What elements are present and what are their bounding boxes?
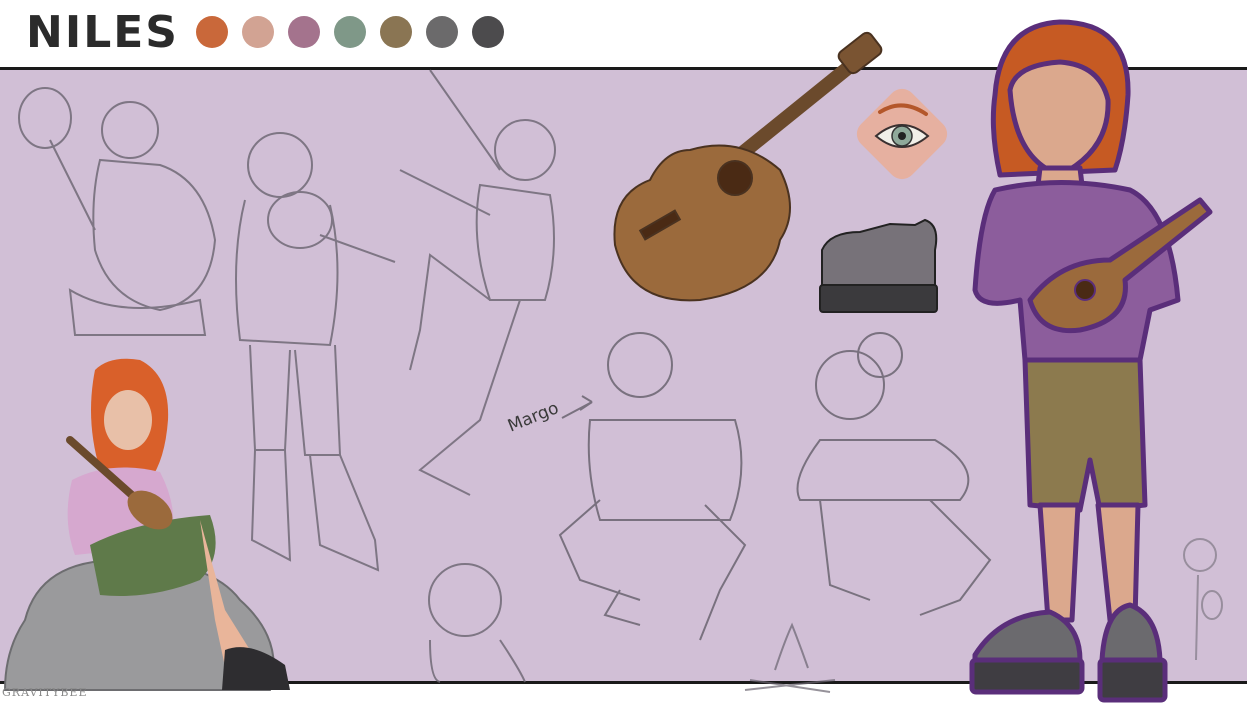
campfire-doodle <box>744 622 836 693</box>
sketch-sitting-figure-girl <box>796 332 992 616</box>
sketch-back-view-violin <box>235 132 396 572</box>
sketch-head-bust <box>428 563 526 683</box>
sketch-dance-pose <box>399 69 556 496</box>
character-sheet: NILES Margo GRAVITYBEE <box>0 0 1247 713</box>
eye-color-study <box>856 88 948 180</box>
boot-color-study <box>819 218 938 313</box>
character-painted-sitting <box>3 358 290 691</box>
artist-signature: GRAVITYBEE <box>2 686 88 699</box>
sketch-ukulele-pose <box>18 87 217 336</box>
sketch-sitting-figure-margo <box>558 332 747 641</box>
character-full-color <box>969 19 1213 703</box>
illustration-layer <box>3 19 1223 703</box>
mini-figure-doodle <box>1183 538 1223 661</box>
